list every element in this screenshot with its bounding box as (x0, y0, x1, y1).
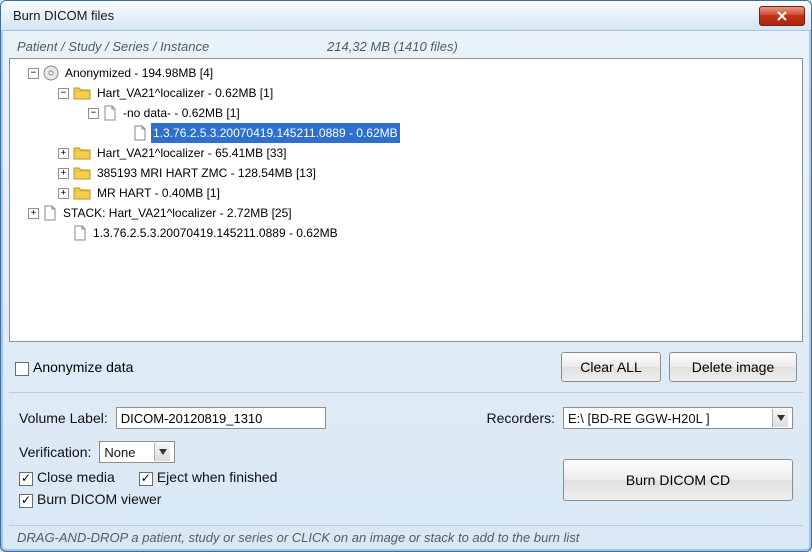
tree-node[interactable]: − Hart_VA21^localizer - 0.62MB [1] (14, 83, 798, 103)
verification-value: None (104, 445, 135, 460)
tree-node-label: STACK: Hart_VA21^localizer - 2.72MB [25] (61, 203, 294, 223)
collapse-icon[interactable]: − (28, 68, 39, 79)
chevron-down-icon (154, 443, 170, 461)
tree-node-label: Anonymized - 194.98MB [4] (63, 63, 215, 83)
tree-node[interactable]: 1.3.76.2.5.3.20070419.145211.0889 - 0.62… (14, 223, 798, 243)
burn-options: Volume Label: Recorders: E:\ [BD-RE GGW-… (9, 393, 803, 525)
tree-node[interactable]: 1.3.76.2.5.3.20070419.145211.0889 - 0.62… (14, 123, 798, 143)
content-area: Patient / Study / Series / Instance 214,… (1, 31, 811, 551)
mid-controls: Anonymize data Clear ALL Delete image (9, 342, 803, 386)
tree-node-label: MR HART - 0.40MB [1] (95, 183, 222, 203)
tree-node-label: 1.3.76.2.5.3.20070419.145211.0889 - 0.62… (91, 223, 340, 243)
tree-node[interactable]: − Anonymized - 194.98MB [4] (14, 63, 798, 83)
tree-node[interactable]: + STACK: Hart_VA21^localizer - 2.72MB [25… (14, 203, 798, 223)
tree-node-label: 385193 MRI HART ZMC - 128.54MB [13] (95, 163, 318, 183)
close-icon (776, 11, 788, 21)
burn-viewer-label: Burn DICOM viewer (37, 491, 161, 507)
tree-node-label: 1.3.76.2.5.3.20070419.145211.0889 - 0.62… (151, 123, 400, 143)
collapse-icon[interactable]: − (58, 88, 69, 99)
close-media-checkbox[interactable] (19, 472, 33, 486)
tree-node[interactable]: + MR HART - 0.40MB [1] (14, 183, 798, 203)
recorders-label: Recorders: (487, 410, 555, 426)
titlebar[interactable]: Burn DICOM files (1, 1, 811, 31)
page-icon (103, 105, 117, 121)
chevron-down-icon (772, 409, 788, 427)
window: Burn DICOM files Patient / Study / Serie… (0, 0, 812, 552)
expand-icon[interactable]: + (58, 168, 69, 179)
burn-cd-button[interactable]: Burn DICOM CD (563, 459, 793, 501)
expand-icon[interactable]: + (28, 208, 39, 219)
verification-select[interactable]: None (99, 441, 175, 463)
breadcrumb: Patient / Study / Series / Instance (17, 39, 327, 54)
recorders-value: E:\ [BD-RE GGW-H20L ] (568, 411, 710, 426)
page-icon (73, 225, 87, 241)
folder-icon (73, 166, 91, 180)
size-summary: 214,32 MB (1410 files) (327, 39, 458, 54)
eject-checkbox[interactable] (139, 472, 153, 486)
close-button[interactable] (759, 6, 805, 26)
verification-label: Verification: (19, 444, 91, 460)
folder-icon (73, 186, 91, 200)
tree-node-label: Hart_VA21^localizer - 65.41MB [33] (95, 143, 289, 163)
collapse-icon[interactable]: − (88, 108, 99, 119)
statusbar: DRAG-AND-DROP a patient, study or series… (9, 525, 803, 551)
list-header: Patient / Study / Series / Instance 214,… (9, 37, 803, 58)
tree-node-label: Hart_VA21^localizer - 0.62MB [1] (95, 83, 275, 103)
tree-view[interactable]: − Anonymized - 194.98MB [4] − Hart_VA21^loc… (9, 58, 803, 342)
tree-node[interactable]: − -no data- - 0.62MB [1] (14, 103, 798, 123)
clear-all-button[interactable]: Clear ALL (561, 352, 661, 382)
folder-icon (73, 86, 91, 100)
close-media-label: Close media (37, 469, 115, 485)
burn-viewer-checkbox[interactable] (19, 494, 33, 508)
tree-node[interactable]: +385193 MRI HART ZMC - 128.54MB [13] (14, 163, 798, 183)
page-icon (43, 205, 57, 221)
delete-image-button[interactable]: Delete image (669, 352, 797, 382)
anonymize-checkbox[interactable] (15, 362, 29, 376)
window-title: Burn DICOM files (13, 8, 759, 23)
volume-label-label: Volume Label: (19, 410, 108, 426)
eject-label: Eject when finished (157, 469, 278, 485)
tree-node[interactable]: + Hart_VA21^localizer - 65.41MB [33] (14, 143, 798, 163)
cd-icon (43, 65, 59, 81)
anonymize-label: Anonymize data (33, 359, 133, 375)
volume-label-input[interactable] (116, 407, 326, 429)
page-icon (133, 125, 147, 141)
recorders-select[interactable]: E:\ [BD-RE GGW-H20L ] (563, 407, 793, 429)
expand-icon[interactable]: + (58, 148, 69, 159)
folder-icon (73, 146, 91, 160)
expand-icon[interactable]: + (58, 188, 69, 199)
tree-node-label: -no data- - 0.62MB [1] (121, 103, 242, 123)
